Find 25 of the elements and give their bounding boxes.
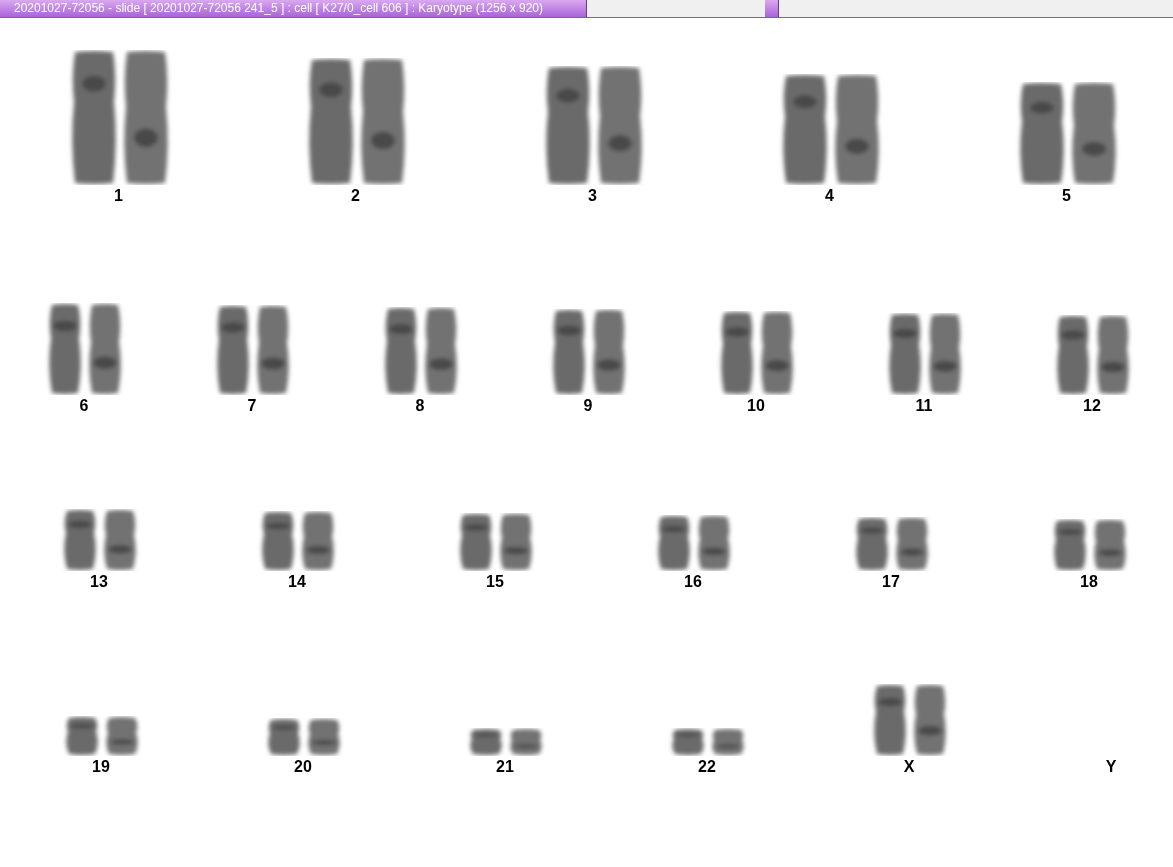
chromosome-label: 8 bbox=[415, 397, 425, 415]
chromosome-label: 9 bbox=[583, 397, 593, 415]
chromosome-label: 1 bbox=[114, 187, 123, 205]
chromosome-label: Y bbox=[1105, 758, 1117, 776]
chromosome-label: 6 bbox=[79, 397, 89, 415]
chromosome-label: 11 bbox=[915, 397, 933, 415]
chromosome-label: 16 bbox=[684, 573, 702, 591]
chromosome-label: 22 bbox=[698, 758, 716, 776]
chromosome-label: 13 bbox=[90, 573, 108, 591]
chromosome-label: 12 bbox=[1083, 397, 1101, 415]
window-title: 20201027-72056 - slide [ 20201027-72056 241_5 ] : cell [ K27/0_cell 606 ] : Karyotype (1256 x 920) bbox=[0, 0, 587, 17]
chromosome-label: 14 bbox=[288, 573, 306, 591]
chromosome-label: 10 bbox=[747, 397, 765, 415]
chromosome-label: 15 bbox=[486, 573, 504, 591]
chromosome-label: X bbox=[903, 758, 915, 776]
chromosome-label: 7 bbox=[247, 397, 257, 415]
chromosome-label: 3 bbox=[588, 187, 597, 205]
chromosome-label: 20 bbox=[294, 758, 312, 776]
chromosome-label: 5 bbox=[1062, 187, 1071, 205]
chromosome-label: 19 bbox=[92, 758, 110, 776]
chromosome-label: 17 bbox=[882, 573, 900, 591]
chromosome-label: 2 bbox=[351, 187, 360, 205]
chromosome-label: 4 bbox=[825, 187, 834, 205]
chromosome-label: 18 bbox=[1080, 573, 1098, 591]
chromosome-label: 21 bbox=[496, 758, 514, 776]
